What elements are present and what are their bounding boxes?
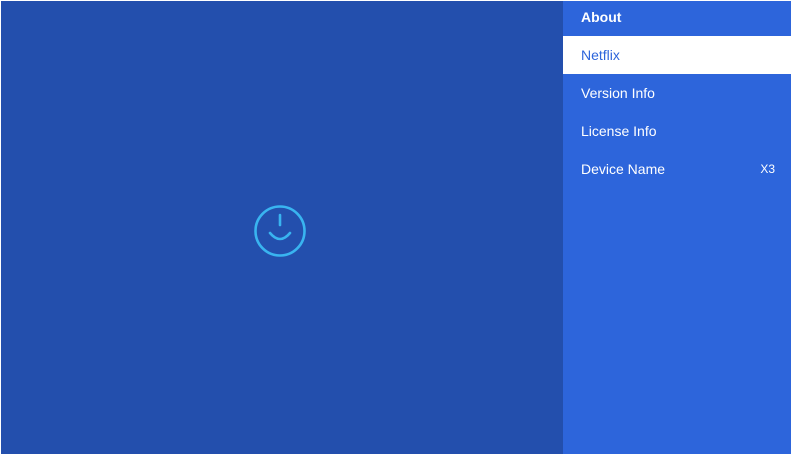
menu-item-version-info[interactable]: Version Info bbox=[563, 74, 791, 112]
preview-pane bbox=[1, 1, 563, 454]
tv-screen: About Netflix Version Info License Info … bbox=[1, 1, 791, 454]
device-name-value: X3 bbox=[760, 162, 775, 176]
menu-item-device-name[interactable]: Device Name X3 bbox=[563, 150, 791, 188]
menu-item-label: Device Name bbox=[581, 161, 666, 177]
menu-item-netflix[interactable]: Netflix bbox=[563, 36, 791, 74]
menu-item-label: Version Info bbox=[581, 85, 655, 101]
smiley-power-icon bbox=[254, 205, 306, 257]
menu-item-label: Netflix bbox=[581, 47, 620, 63]
about-menu-panel: About Netflix Version Info License Info … bbox=[563, 1, 791, 454]
menu-item-license-info[interactable]: License Info bbox=[563, 112, 791, 150]
menu-item-label: License Info bbox=[581, 123, 657, 139]
menu-header: About bbox=[581, 9, 622, 25]
